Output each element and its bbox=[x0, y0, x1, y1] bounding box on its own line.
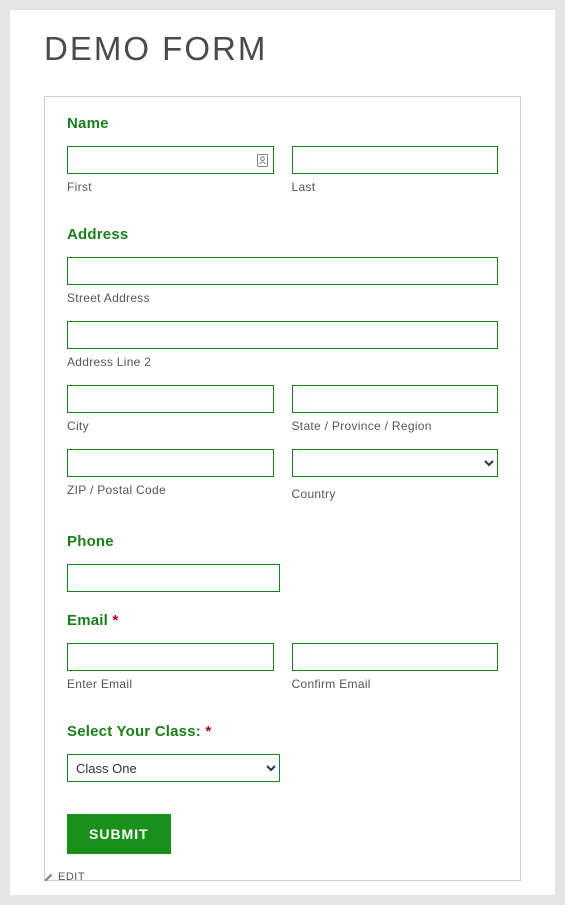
street-address-input[interactable] bbox=[67, 257, 498, 285]
class-select[interactable]: Class One bbox=[67, 754, 280, 782]
country-select[interactable] bbox=[292, 449, 499, 477]
edit-label: EDIT bbox=[58, 871, 85, 883]
class-required-star: * bbox=[205, 723, 211, 740]
edit-link[interactable]: EDIT bbox=[44, 871, 85, 883]
last-name-label: Last bbox=[292, 180, 499, 194]
address-heading: Address bbox=[67, 226, 498, 243]
enter-email-input[interactable] bbox=[67, 643, 274, 671]
state-input[interactable] bbox=[292, 385, 499, 413]
enter-email-label: Enter Email bbox=[67, 677, 274, 691]
address-line2-label: Address Line 2 bbox=[67, 355, 498, 369]
pencil-icon bbox=[44, 872, 54, 882]
class-heading-text: Select Your Class: bbox=[67, 723, 201, 740]
city-input[interactable] bbox=[67, 385, 274, 413]
last-name-input[interactable] bbox=[292, 146, 499, 174]
zip-input[interactable] bbox=[67, 449, 274, 477]
street-address-label: Street Address bbox=[67, 291, 498, 305]
zip-label: ZIP / Postal Code bbox=[67, 483, 274, 497]
email-required-star: * bbox=[112, 612, 118, 629]
phone-heading: Phone bbox=[67, 533, 498, 550]
first-name-input[interactable] bbox=[67, 146, 274, 174]
confirm-email-input[interactable] bbox=[292, 643, 499, 671]
email-heading-text: Email bbox=[67, 612, 108, 629]
page-title: DEMO FORM bbox=[44, 30, 521, 68]
contact-card-icon bbox=[256, 153, 270, 167]
submit-button[interactable]: SUBMIT bbox=[67, 814, 171, 854]
email-heading: Email * bbox=[67, 612, 498, 629]
first-name-label: First bbox=[67, 180, 274, 194]
address-line2-input[interactable] bbox=[67, 321, 498, 349]
state-label: State / Province / Region bbox=[292, 419, 499, 433]
country-label: Country bbox=[292, 487, 499, 501]
name-heading: Name bbox=[67, 115, 498, 132]
phone-input[interactable] bbox=[67, 564, 280, 592]
form-box: Name First Last bbox=[44, 96, 521, 881]
city-label: City bbox=[67, 419, 274, 433]
class-heading: Select Your Class: * bbox=[67, 723, 498, 740]
confirm-email-label: Confirm Email bbox=[292, 677, 499, 691]
